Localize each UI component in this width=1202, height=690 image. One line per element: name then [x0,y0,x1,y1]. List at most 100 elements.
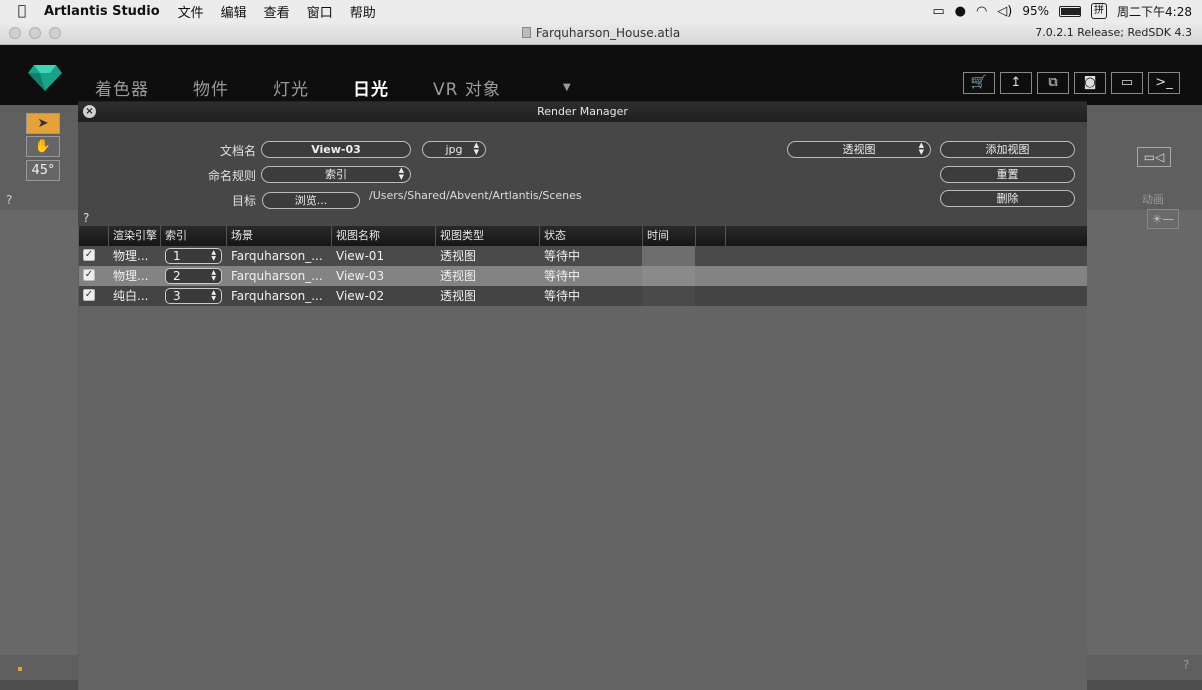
right-panel: ▭◁ 动画 ☀— ? [1087,105,1202,690]
target-label: 目标 [231,194,256,208]
add-view-button[interactable]: 添加视图 [940,141,1075,158]
indicator-dot [18,667,22,671]
scene-cell: Farquharson_... [231,289,323,303]
format-select[interactable]: jpg ▲ ▼ [422,141,486,158]
column-extra [696,226,726,246]
export-icon[interactable]: ↥ [1000,72,1032,94]
stepper-arrows-icon: ▲ ▼ [398,166,404,181]
header-toolbar: 🛒 ↥ ⧉ ◙ ▭ >_ [963,72,1180,94]
browse-button[interactable]: 浏览... [262,192,360,209]
console-icon[interactable]: >_ [1148,72,1180,94]
camera-icon[interactable]: ◙ [1074,72,1106,94]
hand-icon[interactable]: ✋ [26,136,60,157]
doc-name-label: 文档名 [219,144,256,158]
status-cell: 等待中 [544,289,581,303]
crop-icon[interactable]: ▭ [1111,72,1143,94]
angle-button[interactable]: 45° [26,160,60,181]
table-row[interactable]: ✓ 纯白... 3 ▲ ▼ Farquharson_... View-02 透视图 … [79,286,1087,306]
doc-name-input[interactable]: View-03 [261,141,411,158]
stepper-arrows-icon: ▲ ▼ [211,249,216,262]
close-icon[interactable]: × [83,105,96,118]
left-strip [0,210,78,655]
stepper-arrows-icon: ▲ ▼ [918,141,924,156]
view-name-cell: View-03 [336,269,385,283]
engine-cell: 物理... [113,249,149,263]
document-title: Farquharson_House.atla [0,26,1202,40]
engine-cell: 纯白... [113,289,149,303]
index-stepper[interactable]: 3 ▲ ▼ [165,288,222,304]
volume-icon[interactable]: ◁) [997,4,1012,19]
view-type-cell: 透视图 [440,269,477,283]
menu-help[interactable]: 帮助 [350,2,376,21]
document-icon [521,27,531,38]
time-cell [642,286,695,306]
apple-icon[interactable]:  [0,3,44,19]
column-check [79,226,109,246]
status-area: ▭ ● ◠ ◁) 95% 拼 周二下午4:28 [932,0,1192,22]
reset-button[interactable]: 重置 [940,166,1075,183]
scene-cell: Farquharson_... [231,269,323,283]
column-engine[interactable]: 渲染引擎 [109,226,161,246]
battery-icon[interactable] [1059,5,1082,17]
render-settings-form: 文档名 View-03 jpg ▲ ▼ 命名规则 索引 ▲ ▼ 目标 浏览... /… [78,122,1087,226]
video-camera-icon[interactable]: ▭◁ [1137,147,1171,167]
tab-lights[interactable]: 灯光 [273,75,309,100]
app-menu[interactable]: Artlantis Studio [44,4,160,19]
clock[interactable]: 周二下午4:28 [1117,3,1192,20]
row-checkbox[interactable]: ✓ [83,249,95,261]
status-cell: 等待中 [544,269,581,283]
render-queue-header: 渲染引擎 索引 场景 视图名称 视图类型 状态 时间 [79,226,1087,246]
menu-file[interactable]: 文件 [178,2,204,21]
right-strip [1087,210,1202,655]
qq-icon[interactable]: ● [955,4,966,19]
view-name-cell: View-02 [336,289,385,303]
windows-icon[interactable]: ⧉ [1037,72,1069,94]
delete-button[interactable]: 删除 [940,190,1075,207]
chevron-down-icon[interactable]: ▼ [563,82,571,93]
render-manager-panel: Render Manager × 文档名 View-03 jpg ▲ ▼ 命名规则… [78,101,1087,690]
animation-label: 动画 [1142,193,1164,206]
row-checkbox[interactable]: ✓ [83,269,95,281]
naming-rule-label: 命名规则 [207,169,256,183]
help-icon[interactable]: ? [6,193,12,207]
wifi-icon[interactable]: ◠ [976,4,987,19]
view-type-select[interactable]: 透视图 ▲ ▼ [787,141,931,158]
left-toolbar: ➤ ✋ 45° ? [0,105,78,690]
time-cell [642,246,695,266]
view-name-cell: View-01 [336,249,385,263]
time-cell [642,266,695,286]
navigate-icon[interactable]: ➤ [26,113,60,134]
app-header: 着色器 物件 灯光 日光 VR 对象 ▼ 🛒 ↥ ⧉ ◙ ▭ >_ [0,45,1202,105]
cart-icon[interactable]: 🛒 [963,72,995,94]
menu-edit[interactable]: 编辑 [221,2,247,21]
tab-sun[interactable]: 日光 [353,75,389,100]
help-icon[interactable]: ? [1183,658,1189,672]
help-icon[interactable]: ? [83,211,89,225]
tab-vr-objects[interactable]: VR 对象 [433,75,501,100]
table-row[interactable]: ✓ 物理... 1 ▲ ▼ Farquharson_... View-01 透视图 … [79,246,1087,266]
index-stepper[interactable]: 1 ▲ ▼ [165,248,222,264]
column-index[interactable]: 索引 [161,226,227,246]
tab-objects[interactable]: 物件 [193,75,229,100]
naming-rule-select[interactable]: 索引 ▲ ▼ [261,166,411,183]
column-time[interactable]: 时间 [643,226,696,246]
input-method-icon[interactable]: 拼 [1091,3,1108,19]
table-row[interactable]: ✓ 物理... 2 ▲ ▼ Farquharson_... View-03 透视图 … [79,266,1087,286]
stepper-arrows-icon: ▲ ▼ [211,289,216,302]
menu-view[interactable]: 查看 [264,2,290,21]
artlantis-logo-icon [28,65,62,91]
index-stepper[interactable]: 2 ▲ ▼ [165,268,222,284]
column-view-type[interactable]: 视图类型 [436,226,540,246]
column-scene[interactable]: 场景 [227,226,332,246]
row-checkbox[interactable]: ✓ [83,289,95,301]
sun-icon[interactable]: ☀— [1147,209,1179,229]
menu-window[interactable]: 窗口 [307,2,333,21]
stepper-arrows-icon: ▲ ▼ [473,141,479,156]
menu-bar:  Artlantis Studio 文件 编辑 查看 窗口 帮助 ▭ ● ◠ … [0,0,1202,22]
view-type-cell: 透视图 [440,289,477,303]
column-view-name[interactable]: 视图名称 [332,226,436,246]
tab-shaders[interactable]: 着色器 [95,75,149,100]
column-status[interactable]: 状态 [540,226,643,246]
window-title-bar: Farquharson_House.atla 7.0.2.1 Release; … [0,22,1202,45]
airplay-icon[interactable]: ▭ [932,4,944,19]
